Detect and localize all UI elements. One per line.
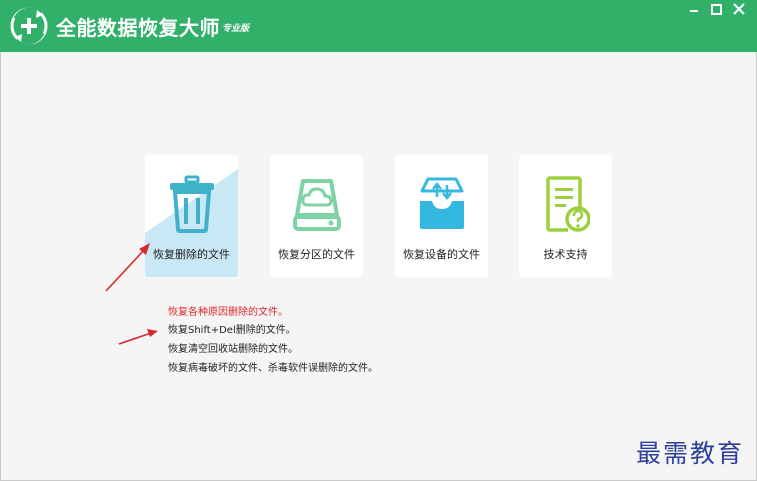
description-line: 恢复Shift+Del删除的文件。 xyxy=(168,325,296,336)
watermark-text: 最需教育 xyxy=(636,439,745,468)
minimize-button[interactable] xyxy=(686,2,702,18)
minimize-icon xyxy=(690,10,698,12)
maximize-icon xyxy=(711,4,722,15)
app-window xyxy=(0,0,757,481)
description-line: 恢复各种原因删除的文件。 xyxy=(168,307,288,318)
maximize-button[interactable] xyxy=(708,2,724,18)
edition-badge: 专业版 xyxy=(222,24,250,34)
device-transfer-icon xyxy=(420,177,464,229)
document-question-icon xyxy=(546,176,590,232)
card-label: 恢复设备的文件 xyxy=(403,248,480,261)
card-recover-device-files[interactable]: 恢复设备的文件 xyxy=(395,155,488,277)
description-line: 恢复病毒破坏的文件、杀毒软件误删除的文件。 xyxy=(168,363,378,374)
card-recover-deleted-files[interactable]: 恢复删除的文件 xyxy=(145,155,238,277)
close-icon xyxy=(733,3,745,15)
card-label: 技术支持 xyxy=(543,248,588,261)
card-technical-support[interactable]: 技术支持 xyxy=(519,155,612,277)
card-recover-partition-files[interactable]: 恢复分区的文件 xyxy=(270,155,363,277)
cloud-drive-icon xyxy=(293,179,341,231)
trash-icon xyxy=(170,175,214,233)
card-label: 恢复分区的文件 xyxy=(278,248,355,261)
app-logo-icon xyxy=(10,7,48,45)
title-bar: 全能数据恢复大师 专业版 xyxy=(0,0,757,52)
app-title: 全能数据恢复大师 xyxy=(56,16,220,40)
description-line: 恢复清空回收站删除的文件。 xyxy=(168,344,298,355)
close-button[interactable] xyxy=(731,2,747,18)
card-label: 恢复删除的文件 xyxy=(153,248,230,261)
